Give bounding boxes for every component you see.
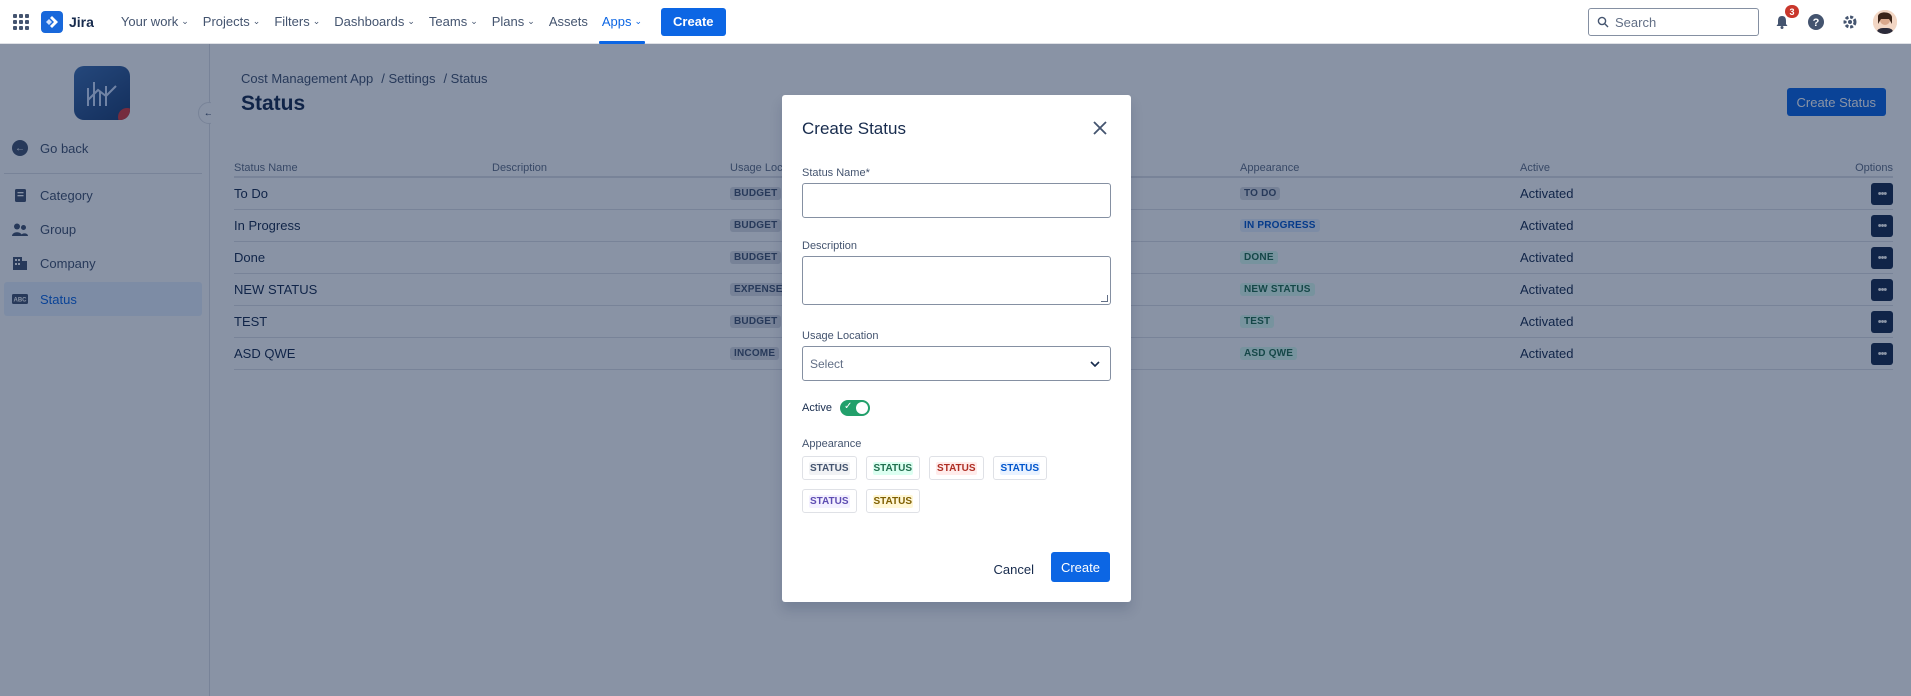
nav-plans[interactable]: Plans ⌄: [485, 0, 542, 44]
usage-location-select[interactable]: Select: [802, 346, 1111, 381]
nav-label: Assets: [548, 14, 588, 29]
nav-projects[interactable]: Projects ⌄: [196, 0, 268, 44]
chevron-down-icon: ⌄: [181, 16, 189, 26]
chevron-down-icon: ⌄: [527, 16, 535, 26]
active-toggle-row: Active ✓: [802, 400, 870, 416]
nav-label: Filters: [274, 14, 310, 29]
search-input[interactable]: Search: [1588, 8, 1759, 36]
search-placeholder: Search: [1615, 14, 1657, 30]
nav-label: Your work: [120, 14, 179, 29]
close-button[interactable]: [1091, 119, 1109, 137]
chevron-down-icon: ⌄: [312, 16, 321, 26]
app-switcher-button[interactable]: [1, 2, 41, 42]
swatch-purple[interactable]: STATUS: [802, 489, 857, 513]
nav-label: Teams: [428, 14, 468, 29]
jira-logo[interactable]: Jira: [41, 10, 94, 33]
active-label: Active: [802, 402, 832, 414]
create-button[interactable]: Create: [661, 7, 726, 36]
swatch-label: STATUS: [809, 461, 850, 475]
swatch-label: STATUS: [809, 494, 850, 508]
swatch-label: STATUS: [872, 461, 914, 475]
nav-apps[interactable]: Apps ⌄: [595, 0, 649, 44]
chevron-down-icon: ⌄: [634, 16, 643, 26]
nav-label: Projects: [202, 14, 250, 29]
notification-badge: 3: [1785, 5, 1799, 18]
settings-button[interactable]: [1839, 11, 1861, 33]
nav-teams[interactable]: Teams ⌄: [422, 0, 485, 44]
search-icon: [1597, 16, 1609, 28]
nav-your-work[interactable]: Your work ⌄: [114, 0, 196, 44]
gear-icon: [1843, 15, 1857, 29]
nav-label: Apps: [601, 14, 632, 29]
swatch-green[interactable]: STATUS: [865, 456, 921, 480]
close-icon: [1093, 121, 1107, 135]
nav-right-group: Search 3 ?: [1588, 0, 1897, 44]
chevron-down-icon: ⌄: [252, 16, 261, 26]
nav-dashboards[interactable]: Dashboards ⌄: [327, 0, 422, 44]
description-label: Description: [802, 240, 858, 252]
swatch-yellow[interactable]: STATUS: [865, 489, 921, 513]
cancel-button[interactable]: Cancel: [990, 555, 1038, 583]
nav-assets[interactable]: Assets: [542, 0, 595, 44]
swatch-blue[interactable]: STATUS: [992, 456, 1048, 480]
nav-label: Plans: [491, 14, 525, 29]
swatch-grey[interactable]: STATUS: [802, 456, 857, 480]
active-toggle[interactable]: ✓: [839, 400, 870, 416]
nav-filters[interactable]: Filters ⌄: [267, 0, 327, 44]
create-status-dialog: Create Status Status Name* Description U…: [782, 95, 1131, 602]
select-value: Select: [810, 356, 844, 371]
appearance-label: Appearance: [802, 438, 862, 450]
appearance-swatches: STATUS STATUS STATUS STATUS STATUS STATU…: [802, 456, 1102, 513]
help-icon: ?: [1808, 14, 1824, 30]
grid-icon: [13, 13, 29, 30]
dialog-title: Create Status: [802, 119, 906, 138]
chevron-down-icon: ⌄: [470, 16, 478, 26]
chevron-down-icon: [1090, 360, 1100, 367]
nav-label: Dashboards: [334, 14, 405, 29]
swatch-label: STATUS: [999, 461, 1041, 475]
top-navigation: Jira Your work ⌄ Projects ⌄ Filters ⌄ Dashb…: [0, 0, 1911, 44]
svg-text:?: ?: [1813, 17, 1820, 29]
notifications-button[interactable]: 3: [1771, 5, 1799, 33]
usage-location-label: Usage Location: [802, 330, 879, 342]
swatch-label: STATUS: [872, 494, 914, 508]
help-button[interactable]: ?: [1805, 11, 1827, 33]
jira-icon: [41, 10, 63, 33]
swatch-red[interactable]: STATUS: [929, 456, 984, 480]
avatar[interactable]: [1873, 10, 1897, 34]
chevron-down-icon: ⌄: [407, 16, 415, 26]
create-submit-button[interactable]: Create: [1050, 552, 1110, 582]
check-icon: ✓: [843, 401, 853, 412]
logo-text: Jira: [69, 13, 94, 30]
description-textarea[interactable]: [802, 256, 1111, 305]
status-name-input[interactable]: [802, 183, 1111, 218]
status-name-label: Status Name*: [802, 167, 870, 179]
swatch-label: STATUS: [936, 461, 977, 475]
